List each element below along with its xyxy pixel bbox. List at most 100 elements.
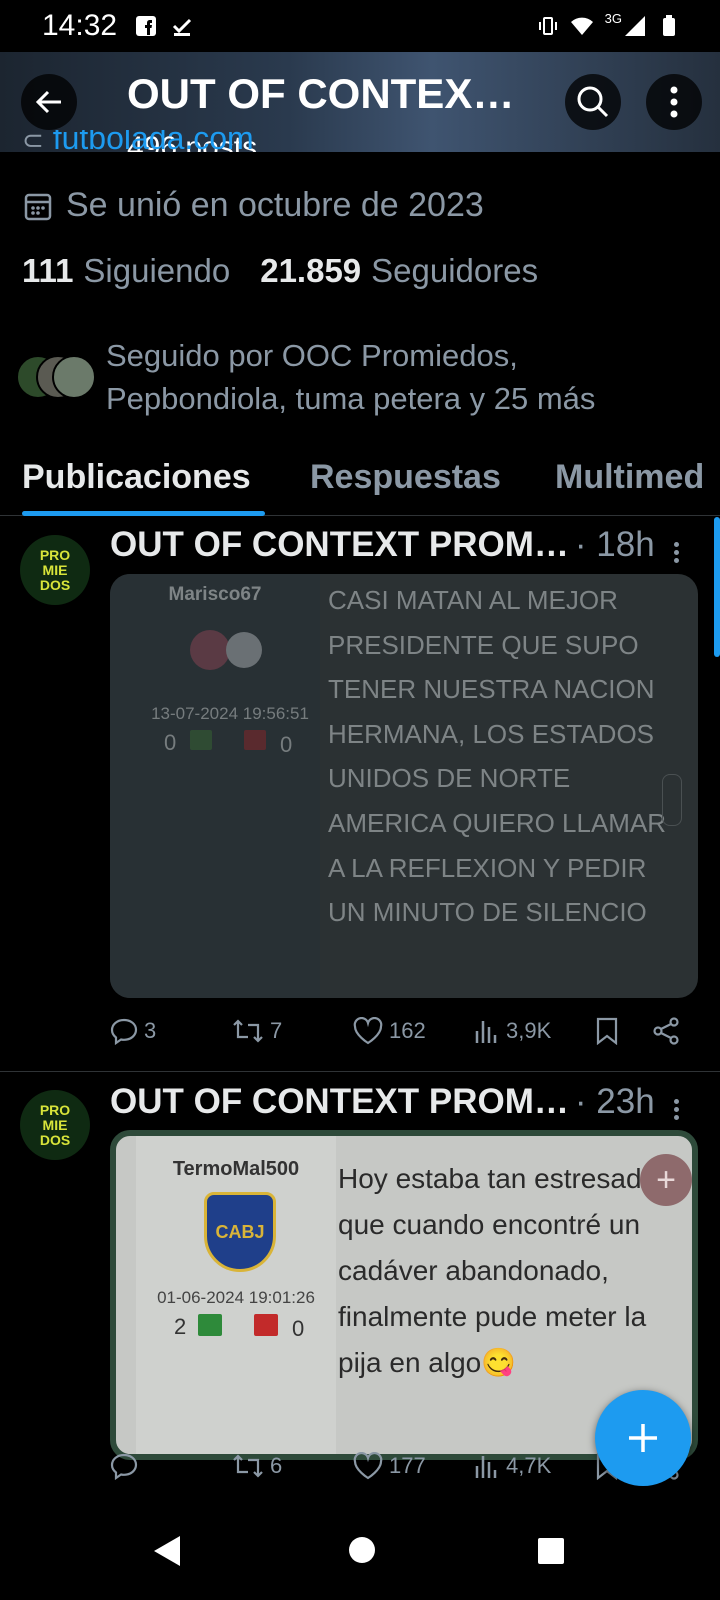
retweet-icon xyxy=(233,1454,263,1478)
check-download-icon xyxy=(173,18,192,36)
tab-label: Multimed xyxy=(555,458,705,496)
profile-website[interactable]: ⊂ futbolada.com xyxy=(22,130,254,152)
like-count: 177 xyxy=(389,1453,426,1478)
back-button[interactable] xyxy=(21,74,77,130)
tweet-media-image[interactable]: Marisco67 13-07-2024 19:56:51 0 0 CASI M… xyxy=(110,574,698,998)
followed-by[interactable]: Seguido por OOC Promiedos, Pepbondiola, … xyxy=(16,334,595,420)
image-likes: 0 xyxy=(164,730,177,755)
follow-stats: 111 Siguiendo 21.859 Seguidores xyxy=(22,252,558,290)
image-username: TermoMal500 xyxy=(172,1158,300,1180)
follower-avatars xyxy=(16,354,100,400)
followed-by-line1: Seguido por OOC Promiedos, xyxy=(106,338,518,373)
tab-respuestas[interactable]: Respuestas xyxy=(310,440,501,497)
club-badge-icon: CABJ xyxy=(204,1192,276,1272)
calendar-icon xyxy=(24,193,52,220)
reply-button[interactable]: 3 xyxy=(110,1017,156,1045)
tweet-more-icon[interactable] xyxy=(674,1096,682,1123)
back-triangle-icon[interactable] xyxy=(152,1534,184,1568)
plus-icon xyxy=(629,1424,657,1452)
share-button[interactable] xyxy=(652,1017,680,1045)
followers-label[interactable]: Seguidores xyxy=(371,252,538,290)
tweet-author-name[interactable]: OUT OF CONTEXT PROM… xyxy=(110,525,569,565)
heart-icon xyxy=(353,1452,383,1480)
reply-icon xyxy=(110,1453,138,1480)
retweet-count: 6 xyxy=(270,1453,283,1478)
analytics-icon xyxy=(475,1021,497,1043)
wifi-icon xyxy=(570,17,593,35)
following-label[interactable]: Siguiendo xyxy=(83,252,230,290)
views-button[interactable]: 3,9K xyxy=(474,1017,551,1045)
joined-date: Se unió en octubre de 2023 xyxy=(24,186,484,225)
thumbs-up-icon xyxy=(198,1314,222,1336)
status-bar: 14:32 3G xyxy=(0,0,720,52)
facebook-icon xyxy=(136,16,157,36)
tab-label: Publicaciones xyxy=(22,458,251,496)
view-count: 3,9K xyxy=(506,1018,552,1043)
tweet-author-name[interactable]: OUT OF CONTEXT PROM… xyxy=(110,1082,569,1122)
thumbs-down-icon xyxy=(244,730,266,750)
avatar-logo: PRO MIE DOS xyxy=(39,546,71,593)
header-title: OUT OF CONTEX… xyxy=(127,70,515,117)
tab-publicaciones[interactable]: Publicaciones xyxy=(22,440,265,516)
tweet-time: · 18h xyxy=(574,525,655,564)
vibrate-icon xyxy=(538,17,557,35)
like-button[interactable]: 162 xyxy=(353,1017,426,1045)
image-user-panel: Marisco67 13-07-2024 19:56:51 0 0 xyxy=(110,574,320,998)
followers-count[interactable]: 21.859 xyxy=(260,252,361,290)
profile-tabs: Publicaciones Respuestas Multimed xyxy=(0,440,720,516)
more-button[interactable] xyxy=(646,74,702,130)
view-count: 4,7K xyxy=(506,1453,552,1478)
following-count[interactable]: 111 xyxy=(22,252,73,290)
compose-button[interactable] xyxy=(595,1390,691,1486)
retweet-button[interactable]: 7 xyxy=(232,1017,282,1045)
image-username: Marisco67 xyxy=(168,584,262,605)
image-likes: 2 xyxy=(174,1314,187,1339)
reply-icon xyxy=(110,1018,138,1045)
website-link[interactable]: futbolada.com xyxy=(53,130,254,152)
bookmark-icon xyxy=(596,1017,618,1045)
link-icon: ⊂ xyxy=(22,130,44,152)
recents-square-icon[interactable] xyxy=(537,1537,565,1565)
club-badge-icon xyxy=(226,632,262,668)
club-badge-icon xyxy=(190,630,230,670)
add-icon: + xyxy=(640,1154,692,1206)
avatar xyxy=(52,355,96,399)
followed-by-line2: Pepbondiola, tuma petera y 25 más xyxy=(106,381,596,416)
tab-multimedia[interactable]: Multimed xyxy=(555,440,704,497)
share-icon xyxy=(653,1017,679,1045)
more-vertical-icon xyxy=(670,86,678,118)
image-date: 13-07-2024 19:56:51 xyxy=(151,704,309,723)
signal-icon xyxy=(625,16,645,36)
status-time: 14:32 xyxy=(42,9,118,42)
image-dislikes: 0 xyxy=(280,732,293,757)
reply-count: 3 xyxy=(144,1018,157,1043)
views-button[interactable]: 4,7K xyxy=(474,1452,551,1480)
image-scroll-icon xyxy=(662,774,682,826)
battery-icon xyxy=(663,15,675,36)
retweet-count: 7 xyxy=(270,1018,283,1043)
tweet-time: · 23h xyxy=(574,1082,655,1121)
avatar-logo: PRO MIE DOS xyxy=(39,1101,71,1148)
like-button[interactable]: 177 xyxy=(353,1452,426,1480)
tab-active-indicator xyxy=(22,511,265,516)
search-button[interactable] xyxy=(565,74,621,130)
bookmark-button[interactable] xyxy=(595,1017,619,1045)
image-dislikes: 0 xyxy=(292,1316,305,1341)
thumbs-down-icon xyxy=(254,1314,278,1336)
tweet-avatar[interactable]: PRO MIE DOS xyxy=(20,1090,90,1160)
tab-label: Respuestas xyxy=(310,458,501,496)
tweet-more-icon[interactable] xyxy=(674,539,682,566)
home-circle-icon[interactable] xyxy=(348,1536,376,1564)
joined-text: Se unió en octubre de 2023 xyxy=(66,186,484,224)
analytics-icon xyxy=(475,1456,497,1478)
search-icon xyxy=(577,86,609,118)
thumbs-up-icon xyxy=(190,730,212,750)
retweet-icon xyxy=(233,1019,263,1043)
tweet[interactable]: PRO MIE DOS OUT OF CONTEXT PROM… · 18h Mar… xyxy=(0,517,720,1071)
tweet-avatar[interactable]: PRO MIE DOS xyxy=(20,535,90,605)
reply-button[interactable] xyxy=(110,1452,144,1480)
network-type: 3G xyxy=(604,10,622,26)
retweet-button[interactable]: 6 xyxy=(232,1452,282,1480)
image-post-text: Hoy estaba tan estresado que cuando enco… xyxy=(338,1163,658,1378)
image-date: 01-06-2024 19:01:26 xyxy=(157,1288,315,1307)
